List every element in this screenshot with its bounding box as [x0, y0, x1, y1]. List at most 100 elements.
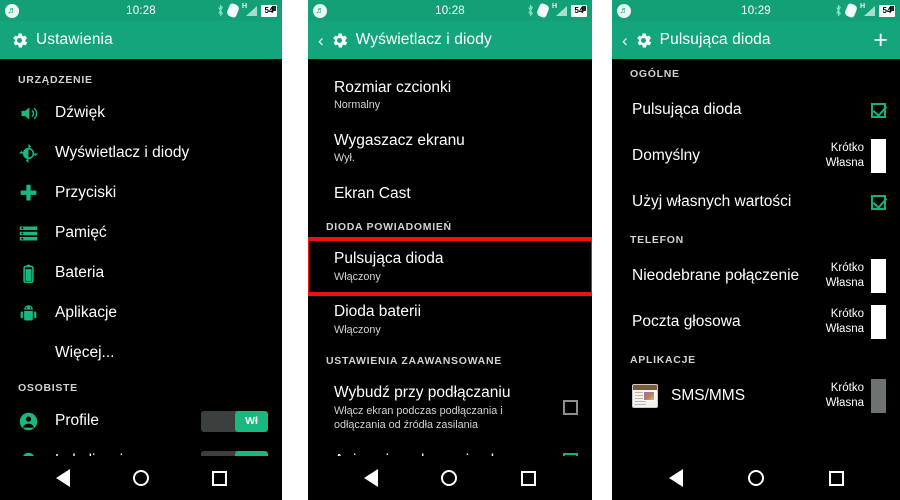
row-value: Krótko Własna: [826, 259, 886, 293]
add-button[interactable]: +: [873, 27, 890, 53]
item-title: Pulsująca dioda: [334, 250, 444, 268]
status-right: H 54: [527, 2, 587, 19]
nfc-icon: [535, 2, 551, 19]
color-swatch[interactable]: [871, 305, 886, 339]
list-item-wake-on-plug[interactable]: Wybudź przy podłączaniu Włącz ekran podc…: [308, 374, 592, 442]
row-missed-call[interactable]: Nieodebrane połączenie Krótko Własna: [612, 253, 900, 299]
phone-screen-display-and-leds: ♬ 10:28 H 54 ‹ Wyświetlacz i diody Rozmi…: [308, 0, 592, 500]
item-title: Wybudź przy podłączaniu: [334, 384, 511, 402]
section-header-phone: TELEFON: [630, 234, 684, 246]
item-title: Wygaszacz ekranu: [334, 131, 465, 149]
value-line-1: Krótko: [830, 308, 864, 321]
status-bar: ♬ 10:28 H 54: [0, 0, 282, 21]
signal-icon: H: [552, 3, 567, 17]
value-line-2: Własna: [825, 397, 864, 409]
display-settings-list: Rozmiar czcionki Normalny Wygaszacz ekra…: [308, 59, 592, 500]
status-bar: ♬ 10:29 H 54: [612, 0, 900, 21]
status-bar: ♬ 10:28 H 54: [308, 0, 592, 21]
profiles-toggle[interactable]: Wł: [201, 410, 268, 432]
dpad-icon: [20, 184, 37, 200]
settings-list: URZĄDZENIE Dźwięk Wyświetlacz i diody Pr…: [0, 59, 282, 500]
row-use-custom-values[interactable]: Użyj własnych wartości: [612, 179, 900, 225]
row-default-color[interactable]: Domyślny Krótko Własna: [612, 133, 900, 179]
status-right: H 54: [835, 2, 895, 19]
section-header-general: OGÓLNE: [630, 68, 680, 80]
row-value: Krótko Własna: [826, 305, 886, 339]
back-triangle-icon[interactable]: [668, 469, 683, 487]
bluetooth-icon: [836, 4, 841, 17]
sidebar-item-apps[interactable]: Aplikacje: [0, 293, 282, 333]
battery-icon: 54: [261, 4, 277, 17]
pulse-led-checkbox[interactable]: [871, 102, 886, 118]
sidebar-item-battery[interactable]: Bateria: [0, 253, 282, 293]
home-circle-icon[interactable]: [441, 470, 458, 486]
row-value: Krótko Własna: [826, 379, 886, 413]
panel-divider-1: [282, 0, 308, 500]
list-item-font-size[interactable]: Rozmiar czcionki Normalny: [308, 69, 592, 122]
panel-divider-2: [592, 0, 612, 500]
item-label: Wyświetlacz i diody: [55, 144, 190, 161]
android-navigation-bar: [0, 456, 282, 500]
no-icon-spacer: [18, 343, 39, 364]
row-voicemail[interactable]: Poczta głosowa Krótko Własna: [612, 299, 900, 345]
row-sms-mms[interactable]: SMS/MMS Krótko Własna: [612, 373, 900, 419]
section-header-apps: APLIKACJE: [630, 354, 696, 366]
section-header-personal: OSOBISTE: [18, 382, 78, 394]
row-label: Użyj własnych wartości: [632, 193, 792, 210]
sidebar-item-buttons[interactable]: Przyciski: [0, 173, 282, 213]
status-right: H 54: [217, 2, 277, 19]
value-line-1: Krótko: [830, 262, 864, 275]
value-texts: Krótko Własna: [826, 261, 864, 290]
page-title: Wyświetlacz i diody: [355, 31, 492, 48]
app-bar: Ustawienia: [0, 21, 282, 59]
home-circle-icon[interactable]: [132, 470, 149, 486]
back-triangle-icon[interactable]: [55, 469, 70, 487]
signal-icon: H: [242, 3, 257, 17]
row-pulse-notification-led[interactable]: Pulsująca dioda: [612, 87, 900, 133]
battery-icon: 54: [571, 4, 587, 17]
color-swatch[interactable]: [871, 259, 886, 293]
gear-icon: [637, 33, 651, 47]
section-header-notification-led: DIODA POWIADOMIEŃ: [326, 221, 452, 234]
item-title: Ekran Cast: [334, 184, 411, 202]
bluetooth-icon: [528, 4, 533, 17]
color-swatch[interactable]: [871, 379, 886, 413]
gear-icon: [333, 33, 347, 47]
list-item-battery-led[interactable]: Dioda baterii Włączony: [308, 293, 592, 346]
messaging-app-icon: [632, 384, 658, 408]
sidebar-item-sound[interactable]: Dźwięk: [0, 93, 282, 133]
item-subtitle: Włączony: [334, 270, 381, 283]
row-value: Krótko Własna: [826, 139, 886, 173]
gear-icon: [13, 33, 28, 47]
color-swatch[interactable]: [871, 139, 886, 173]
item-label: Pamięć: [55, 224, 107, 241]
back-chevron-icon[interactable]: ‹: [622, 32, 628, 49]
item-label: Więcej...: [55, 344, 115, 361]
sidebar-item-storage[interactable]: Pamięć: [0, 213, 282, 253]
list-item-screensaver[interactable]: Wygaszacz ekranu Wył.: [308, 122, 592, 175]
value-line-1: Krótko: [830, 142, 864, 155]
three-phone-screenshots: ♬ 10:28 H 54 Ustawienia URZĄDZENIE Dźwię…: [0, 0, 900, 500]
sidebar-item-display[interactable]: Wyświetlacz i diody: [0, 133, 282, 173]
pulse-led-list: OGÓLNE Pulsująca dioda Domyślny Krótko W…: [612, 59, 900, 500]
recents-square-icon[interactable]: [521, 470, 537, 486]
list-item-pulse-notification-led[interactable]: Pulsująca dioda Włączony: [308, 237, 592, 297]
item-subtitle: Włącz ekran podczas podłączania i odłącz…: [334, 404, 503, 432]
row-label: Poczta głosowa: [632, 313, 741, 330]
home-circle-icon[interactable]: [747, 470, 764, 486]
use-custom-values-checkbox[interactable]: [871, 194, 886, 210]
sidebar-item-more[interactable]: Więcej...: [0, 333, 282, 373]
toggle-state-label: Wł: [235, 410, 268, 432]
back-chevron-icon[interactable]: ‹: [318, 32, 324, 49]
wake-on-plug-checkbox[interactable]: [563, 400, 578, 416]
list-item-cast-screen[interactable]: Ekran Cast: [308, 175, 592, 212]
bluetooth-icon: [218, 4, 223, 17]
sidebar-item-profiles[interactable]: Profile Wł: [0, 401, 282, 441]
recents-square-icon[interactable]: [211, 470, 227, 486]
recents-square-icon[interactable]: [828, 470, 844, 486]
back-triangle-icon[interactable]: [363, 469, 378, 487]
item-subtitle: Wył.: [334, 152, 355, 165]
row-value: [861, 102, 886, 118]
row-label: Nieodebrane połączenie: [632, 267, 800, 284]
value-texts: Krótko Własna: [826, 307, 864, 336]
